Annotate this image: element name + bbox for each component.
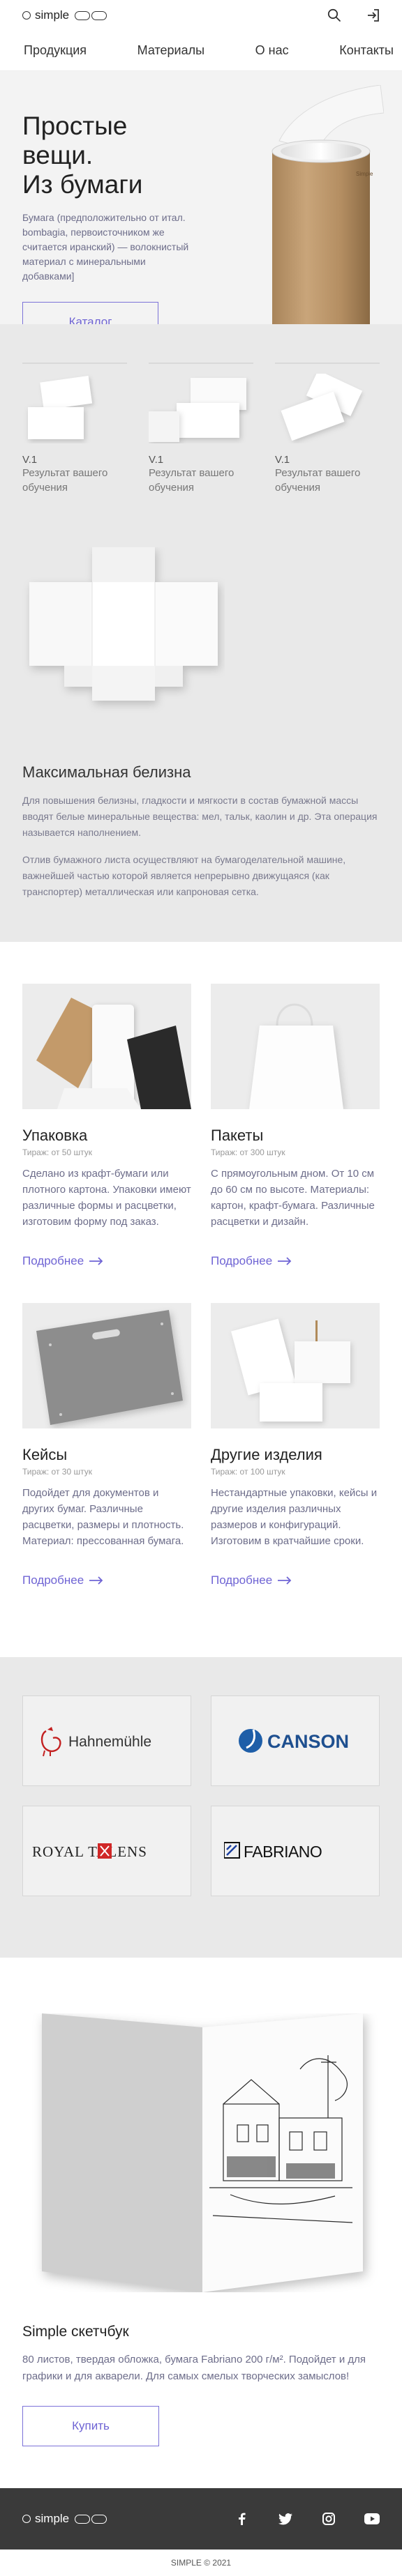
variant-name: V.1 — [149, 454, 164, 466]
svg-text:FABRIANO: FABRIANO — [244, 1843, 322, 1861]
footer-logo[interactable]: simple — [22, 2512, 107, 2526]
whiteness-title: Максимальная белизна — [22, 763, 191, 781]
product-description: С прямоугольным дном. От 10 см до 60 см … — [211, 1168, 375, 1228]
variant-subtitle: Результат вашего обучения — [22, 467, 108, 494]
site-header: simple — [0, 0, 402, 31]
brands-section: Hahnemühle CANSON ROYAL TALENS FABRIANO — [0, 1657, 402, 1958]
more-link[interactable]: Подробнее — [22, 1254, 103, 1268]
product-title: Кейсы — [22, 1446, 68, 1463]
nav-item-about[interactable]: О нас — [254, 43, 290, 58]
facebook-icon[interactable] — [233, 2510, 251, 2528]
product-card: Кейсы Тираж: от 30 штук Подойдет для док… — [22, 1303, 191, 1587]
social-links — [233, 2510, 381, 2528]
product-description: Подойдет для документов и других бумаг. … — [22, 1487, 184, 1547]
product-card: Другие изделия Тираж: от 100 штук Нестан… — [211, 1303, 380, 1587]
svg-text:CANSON: CANSON — [267, 1731, 349, 1752]
product-min-order: Тираж: от 300 штук — [211, 1148, 285, 1157]
arrow-right-icon — [89, 1576, 103, 1585]
logo-pills-icon — [75, 2514, 107, 2524]
royal-talens-logo: ROYAL TALENS — [32, 1843, 147, 1860]
variants-section: V.1 Результат вашего обучения V.1 Резуль… — [0, 324, 402, 942]
youtube-icon[interactable] — [363, 2510, 381, 2528]
divider — [149, 363, 253, 364]
svg-text:Hahnemühle: Hahnemühle — [68, 1734, 151, 1750]
other-products-image — [211, 1303, 380, 1428]
variant-card[interactable]: V.1 Результат вашего обучения — [149, 363, 253, 495]
brand-royal-talens[interactable]: ROYAL TALENS — [22, 1806, 191, 1896]
divider — [22, 363, 127, 364]
whiteness-paragraph-2: Отлив бумажного листа осуществляют на бу… — [22, 854, 346, 897]
nav-item-products[interactable]: Продукция — [22, 43, 88, 58]
divider — [275, 363, 380, 364]
variant-subtitle: Результат вашего обучения — [149, 467, 234, 494]
nav-item-contacts[interactable]: Контакты — [338, 43, 402, 58]
site-footer: simple — [0, 2488, 402, 2550]
whiteness-paragraph-1: Для повышения белизны, гладкости и мягко… — [22, 795, 378, 838]
product-description: Нестандартные упаковки, кейсы и другие и… — [211, 1487, 378, 1547]
more-link[interactable]: Подробнее — [211, 1254, 292, 1268]
more-link[interactable]: Подробнее — [211, 1573, 292, 1587]
copyright: SIMPLE © 2021 — [0, 2550, 402, 2576]
sketchbook-title: Simple скетчбук — [22, 2324, 129, 2340]
variant-name: V.1 — [22, 454, 38, 466]
arrow-right-icon — [278, 1257, 292, 1265]
sketchbook-section: Simple скетчбук 80 листов, твердая облож… — [0, 1958, 402, 2488]
product-description: Сделано из крафт-бумаги или плотного кар… — [22, 1168, 191, 1228]
brand-canson[interactable]: CANSON — [211, 1695, 380, 1786]
product-title: Другие изделия — [211, 1446, 322, 1463]
logo-ring-icon — [22, 2515, 31, 2523]
logo-pills-icon — [75, 10, 107, 20]
main-nav: Продукция Материалы О нас Контакты — [0, 31, 402, 71]
hero-description: Бумага (предположительно от итал. bombag… — [22, 212, 189, 282]
product-title: Упаковка — [22, 1127, 88, 1144]
paper-tube-image: Simple — [271, 85, 384, 324]
search-icon[interactable] — [325, 6, 343, 24]
product-card: Упаковка Тираж: от 50 штук Сделано из кр… — [22, 984, 191, 1268]
logo[interactable]: simple — [22, 8, 107, 22]
tube-label: Simple — [356, 171, 373, 177]
login-icon[interactable] — [364, 6, 382, 24]
variant-name: V.1 — [275, 454, 290, 466]
folded-card-image — [149, 378, 246, 442]
twitter-icon[interactable] — [276, 2510, 295, 2528]
sketchbook-description: 80 листов, твердая обложка, бумага Fabri… — [22, 2354, 366, 2382]
arrow-right-icon — [89, 1257, 103, 1265]
footer-logo-text: simple — [35, 2512, 70, 2525]
paper-bag-image — [211, 984, 380, 1109]
product-min-order: Тираж: от 100 штук — [211, 1467, 285, 1477]
logo-ring-icon — [22, 11, 31, 20]
variants-list: V.1 Результат вашего обучения V.1 Резуль… — [22, 363, 380, 495]
hahnemuhle-logo: Hahnemühle — [40, 1727, 151, 1757]
nav-item-materials[interactable]: Материалы — [136, 43, 206, 58]
hero-section: Простые вещи. Из бумаги Бумага (предполо… — [0, 71, 402, 324]
svg-text:ROYAL TALENS: ROYAL TALENS — [32, 1843, 147, 1860]
card-stack-image — [28, 375, 93, 439]
canson-logo: CANSON — [239, 1729, 349, 1753]
more-link[interactable]: Подробнее — [22, 1573, 103, 1587]
variant-subtitle: Результат вашего обучения — [275, 467, 361, 494]
catalog-button[interactable]: Каталог — [22, 302, 158, 324]
brand-fabriano[interactable]: FABRIANO — [211, 1806, 380, 1896]
hero-text: Простые вещи. Из бумаги Бумага (предполо… — [22, 112, 197, 324]
product-card: Пакеты Тираж: от 300 штук С прямоугольны… — [211, 984, 380, 1268]
variant-card[interactable]: V.1 Результат вашего обучения — [22, 363, 127, 495]
product-title: Пакеты — [211, 1127, 264, 1144]
header-actions — [325, 6, 382, 24]
sketchbook-image — [0, 2013, 402, 2292]
packaging-image — [22, 984, 191, 1109]
case-image — [22, 1303, 191, 1428]
arrow-right-icon — [278, 1576, 292, 1585]
business-cards-image — [281, 370, 363, 441]
diecut-box-image — [29, 547, 218, 701]
products-section: Упаковка Тираж: от 50 штук Сделано из кр… — [0, 942, 402, 1657]
instagram-icon[interactable] — [320, 2510, 338, 2528]
logo-text: simple — [35, 8, 70, 22]
buy-button[interactable]: Купить — [22, 2406, 159, 2446]
variant-card[interactable]: V.1 Результат вашего обучения — [275, 363, 380, 495]
fabriano-logo: FABRIANO — [224, 1842, 322, 1861]
brand-hahnemuhle[interactable]: Hahnemühle — [22, 1695, 191, 1786]
hero-title: Простые вещи. Из бумаги — [22, 112, 143, 199]
product-min-order: Тираж: от 50 штук — [22, 1148, 92, 1157]
product-min-order: Тираж: от 30 штук — [22, 1467, 92, 1477]
